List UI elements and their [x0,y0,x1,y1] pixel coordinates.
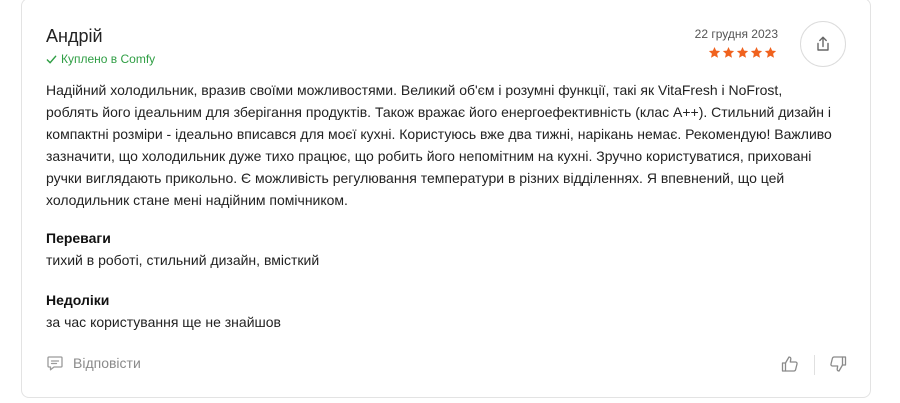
purchase-badge: Куплено в Comfy [46,52,155,66]
star-icon [708,46,721,58]
cons-title: Недоліки [46,292,110,308]
star-icon [722,46,735,58]
share-icon [817,36,829,51]
comment-icon [47,356,63,371]
review-card: Андрій Куплено в Comfy 22 грудня 2023 На… [21,0,871,398]
star-icon [764,46,777,58]
dislike-button[interactable] [828,354,848,379]
review-footer: Відповісти [22,351,870,381]
like-button[interactable] [780,354,800,379]
share-button[interactable] [800,21,846,67]
footer-divider [814,355,815,375]
purchase-badge-label: Куплено в Comfy [61,52,156,66]
rating-stars [708,46,777,59]
check-icon [46,55,57,63]
reply-label: Відповісти [73,355,141,371]
pros-title: Переваги [46,230,111,246]
star-icon [750,46,763,58]
review-date: 22 грудня 2023 [694,27,778,41]
cons-text: за час користування ще не знайшов [46,314,281,330]
reply-button[interactable]: Відповісти [46,354,141,372]
pros-text: тихий в роботі, стильний дизайн, вмістки… [46,252,320,268]
thumbs-down-icon [830,356,847,372]
star-icon [736,46,749,58]
thumbs-up-icon [781,356,798,372]
review-text: Надійний холодильник, вразив своїми можл… [46,82,832,208]
review-author: Андрій [46,26,103,46]
